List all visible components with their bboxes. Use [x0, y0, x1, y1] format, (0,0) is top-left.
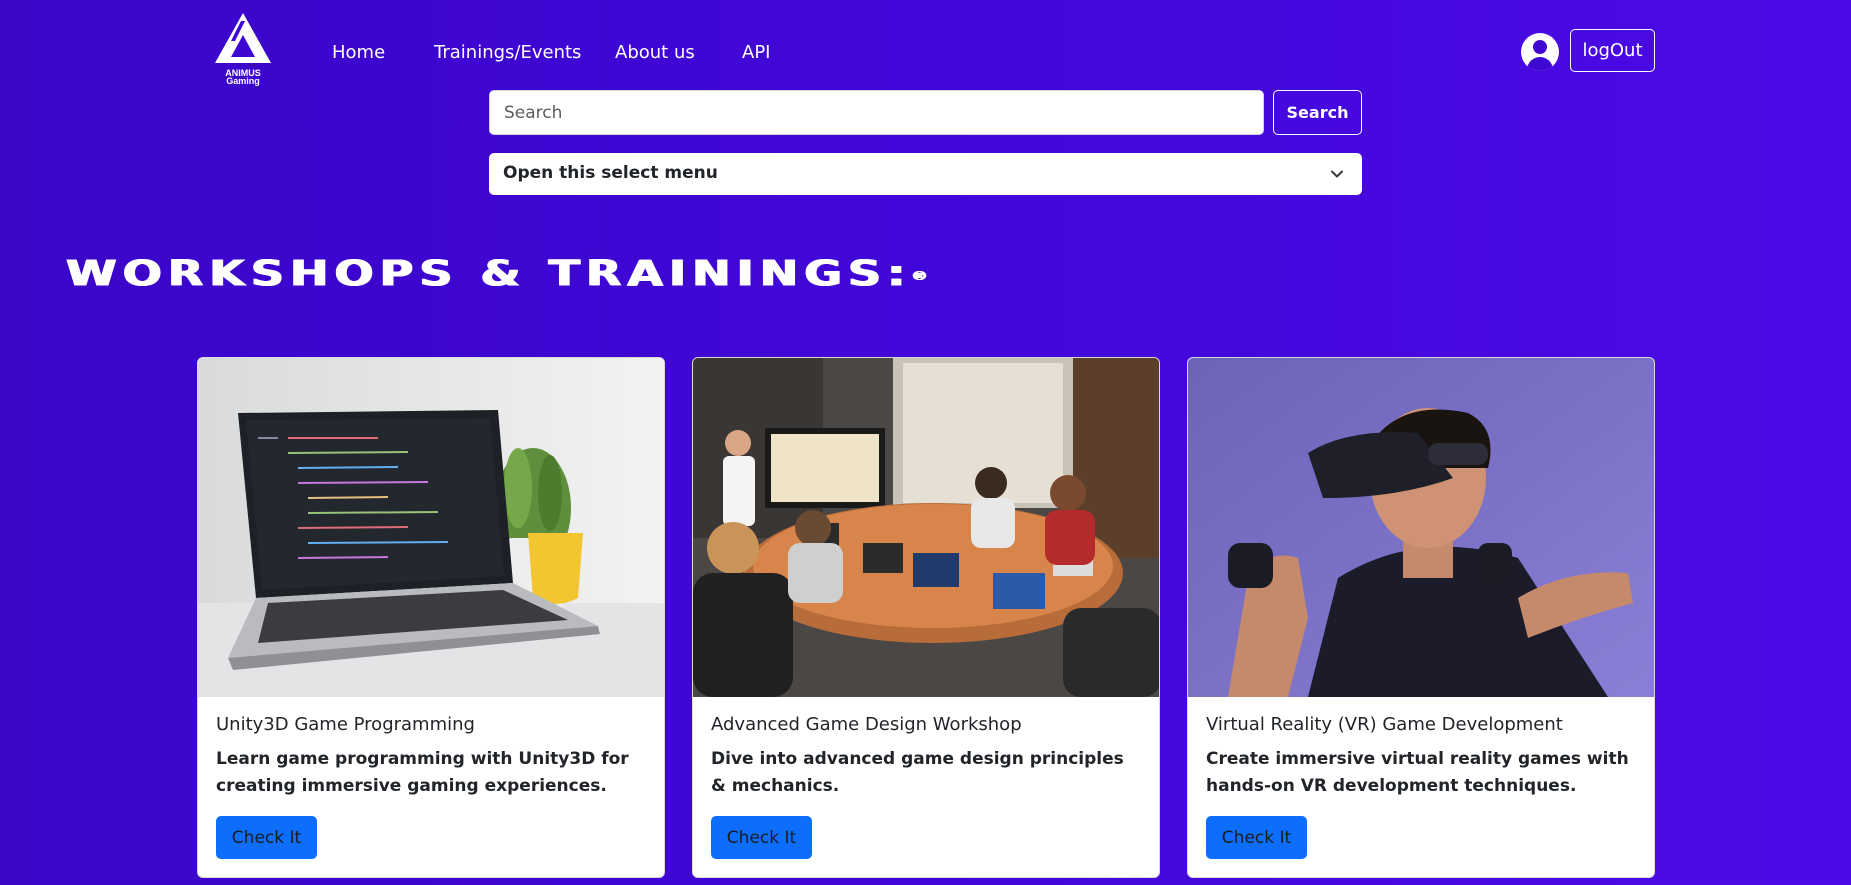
nav-link-trainings-events[interactable]: Trainings/Events	[434, 42, 581, 63]
user-avatar-icon[interactable]	[1521, 33, 1559, 71]
search-input[interactable]	[489, 90, 1264, 135]
select-label: Open this select menu	[503, 163, 718, 183]
section-heading-text: Workshops & Trainings:	[66, 252, 912, 295]
logo-triangle-icon	[215, 13, 271, 63]
card-text: Dive into advanced game design principle…	[711, 749, 1124, 796]
nav-link-api[interactable]: API	[742, 42, 770, 63]
check-it-button[interactable]: Check It	[216, 816, 317, 859]
section-heading: Workshops & Trainings:®	[66, 252, 928, 294]
brand-logo[interactable]: ANIMUS Gaming	[211, 11, 275, 86]
navbar: ANIMUS Gaming Home Trainings/Events Abou…	[0, 0, 1851, 100]
card-image-vr	[1188, 358, 1654, 697]
card-title: Advanced Game Design Workshop	[711, 714, 1022, 735]
card-image-workshop	[693, 358, 1159, 697]
nav-link-about-us[interactable]: About us	[615, 42, 695, 63]
filter-select[interactable]: Open this select menu	[489, 153, 1362, 195]
check-it-button[interactable]: Check It	[1206, 816, 1307, 859]
nav-link-home[interactable]: Home	[332, 42, 385, 63]
card-vr-development: Virtual Reality (VR) Game Development Cr…	[1187, 357, 1655, 878]
logo-text-gaming: Gaming	[226, 76, 260, 86]
search-button[interactable]: Search	[1273, 90, 1362, 135]
card-unity3d: Unity3D Game Programming Learn game prog…	[197, 357, 665, 878]
logout-button[interactable]: logOut	[1570, 29, 1655, 72]
card-text: Create immersive virtual reality games w…	[1206, 749, 1629, 796]
card-image-laptop	[198, 358, 664, 697]
card-title: Virtual Reality (VR) Game Development	[1206, 714, 1563, 735]
chevron-down-icon	[1331, 170, 1343, 178]
check-it-button[interactable]: Check It	[711, 816, 812, 859]
card-game-design: Advanced Game Design Workshop Dive into …	[692, 357, 1160, 878]
registered-mark: ®	[911, 268, 928, 284]
card-title: Unity3D Game Programming	[216, 714, 475, 735]
card-text: Learn game programming with Unity3D for …	[216, 749, 629, 796]
